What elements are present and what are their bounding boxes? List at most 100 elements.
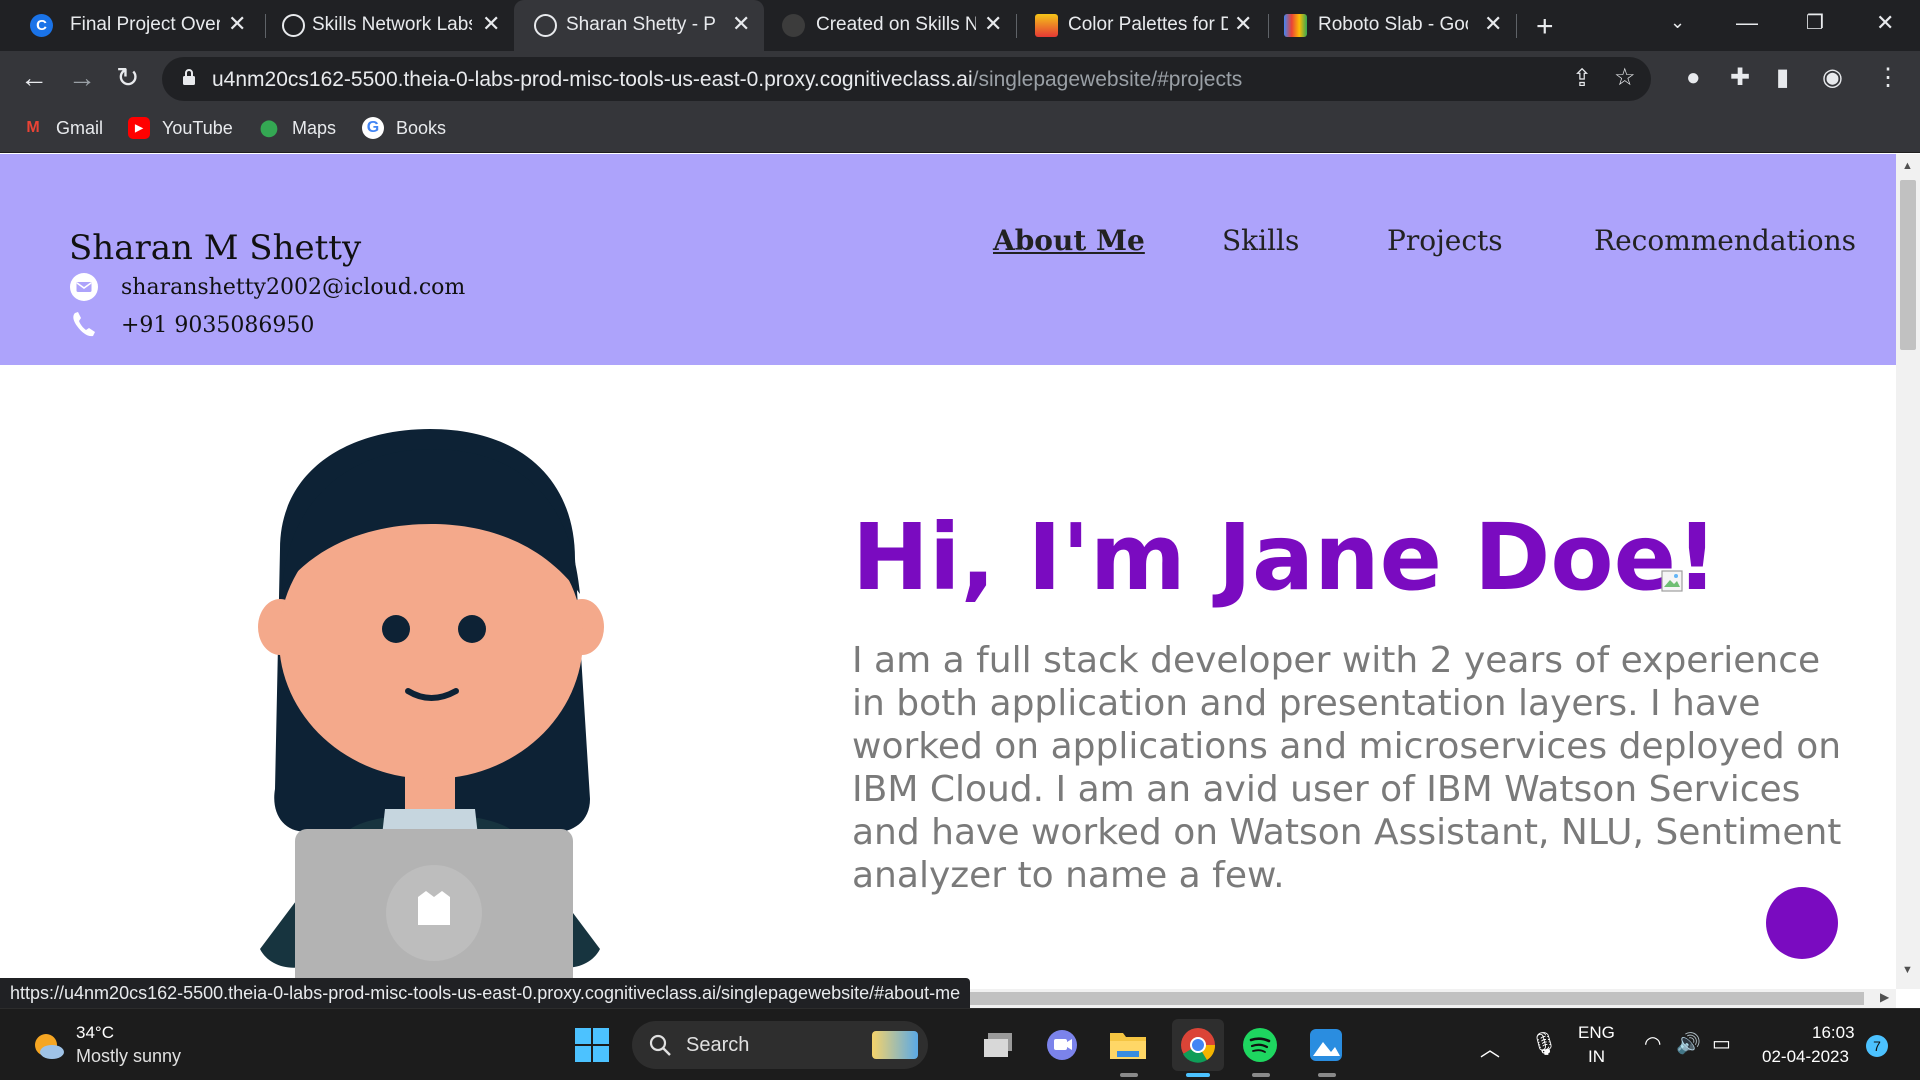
new-tab-plus-icon[interactable]: + bbox=[1536, 10, 1554, 44]
bookmark-label: Books bbox=[396, 117, 447, 138]
spotify-icon[interactable] bbox=[1238, 1023, 1282, 1067]
globe-icon bbox=[282, 14, 305, 37]
tab-separator bbox=[1016, 14, 1017, 38]
close-icon[interactable]: ✕ bbox=[228, 13, 246, 35]
tab-portfolio[interactable]: Sharan Shetty - Por ✕ bbox=[514, 0, 764, 51]
nav-projects[interactable]: Projects bbox=[1387, 224, 1503, 257]
weather-sun-icon[interactable] bbox=[28, 1025, 68, 1065]
kebab-menu-icon[interactable]: ⋮ bbox=[1876, 65, 1900, 91]
tab-separator bbox=[1516, 14, 1517, 38]
google-icon: G bbox=[362, 117, 384, 139]
site-owner-name: Sharan M Shetty bbox=[69, 228, 362, 268]
vertical-scrollbar[interactable]: ▲ ▼ bbox=[1896, 154, 1920, 989]
floating-action-button[interactable] bbox=[1766, 887, 1838, 959]
phone-icon bbox=[73, 312, 95, 337]
windows-taskbar: 34°C Mostly sunny Search ︿ 🎙 ENG IN ◠ 🔊 … bbox=[0, 1008, 1920, 1080]
tab-roboto-slab[interactable]: Roboto Slab - Goog ✕ bbox=[1270, 0, 1520, 51]
chrome-taskbar-icon[interactable] bbox=[1172, 1019, 1224, 1071]
url-host: u4nm20cs162-5500.theia-0-labs-prod-misc-… bbox=[212, 68, 973, 91]
spotify-logo-icon bbox=[1243, 1028, 1277, 1062]
clock-date[interactable]: 02-04-2023 bbox=[1762, 1047, 1849, 1067]
battery-icon[interactable]: ▭ bbox=[1712, 1031, 1731, 1056]
reload-icon[interactable]: ↻ bbox=[116, 63, 139, 93]
scroll-thumb[interactable] bbox=[1900, 180, 1916, 350]
tab-title: Sharan Shetty - Por bbox=[566, 14, 716, 35]
nav-skills[interactable]: Skills bbox=[1222, 224, 1299, 257]
side-panel-icon[interactable]: ▮ bbox=[1776, 65, 1789, 91]
star-icon[interactable]: ☆ bbox=[1614, 65, 1636, 91]
extension-mic-icon[interactable]: ● bbox=[1686, 65, 1701, 91]
browser-toolbar: ← → ↻ u4nm20cs162-5500.theia-0-labs-prod… bbox=[0, 51, 1920, 107]
taskbar-search[interactable]: Search bbox=[632, 1021, 928, 1069]
microphone-icon[interactable]: 🎙 bbox=[1530, 1031, 1558, 1057]
active-indicator bbox=[1186, 1073, 1210, 1077]
palette-icon bbox=[1035, 14, 1058, 37]
language-top[interactable]: ENG bbox=[1578, 1023, 1615, 1043]
file-explorer-icon[interactable] bbox=[1106, 1023, 1150, 1067]
forward-arrow-icon[interactable]: → bbox=[68, 63, 96, 93]
wifi-icon[interactable]: ◠ bbox=[1644, 1031, 1661, 1056]
coursera-icon: C bbox=[30, 14, 53, 37]
close-icon[interactable]: ✕ bbox=[732, 13, 750, 35]
extensions-puzzle-icon[interactable]: ✚ bbox=[1730, 65, 1750, 91]
nav-about-me[interactable]: About Me bbox=[993, 224, 1145, 257]
window-close-icon[interactable]: ✕ bbox=[1876, 10, 1894, 36]
restore-icon[interactable]: ❐ bbox=[1806, 10, 1824, 35]
nav-recommendations[interactable]: Recommendations bbox=[1594, 224, 1856, 257]
windows-logo-icon bbox=[575, 1028, 609, 1062]
search-highlight-icon bbox=[872, 1031, 918, 1059]
scroll-right-arrow-icon[interactable]: ▶ bbox=[1880, 990, 1889, 1004]
bookmark-maps[interactable]: ⬤ Maps bbox=[258, 117, 336, 139]
tab-title: Color Palettes for D bbox=[1068, 14, 1228, 35]
task-view-glyph-icon bbox=[984, 1033, 1012, 1057]
tab-skills-network[interactable]: Skills Network Labs ✕ bbox=[252, 0, 502, 51]
windows-start-icon[interactable] bbox=[570, 1023, 614, 1067]
close-icon[interactable]: ✕ bbox=[1234, 13, 1252, 35]
bookmark-youtube[interactable]: ▶ YouTube bbox=[128, 117, 233, 139]
minimize-icon[interactable]: — bbox=[1736, 10, 1758, 36]
link-status-bubble: https://u4nm20cs162-5500.theia-0-labs-pr… bbox=[0, 978, 971, 1008]
bookmarks-bar: M Gmail ▶ YouTube ⬤ Maps G Books bbox=[0, 107, 1920, 153]
tab-final-project[interactable]: C Final Project Overvi ✕ bbox=[0, 0, 250, 51]
profile-avatar-icon[interactable]: ◉ bbox=[1822, 65, 1843, 91]
bookmark-books[interactable]: G Books bbox=[362, 117, 446, 139]
url-text: u4nm20cs162-5500.theia-0-labs-prod-misc-… bbox=[212, 68, 1242, 92]
clock-time[interactable]: 16:03 bbox=[1812, 1023, 1855, 1043]
tab-search-chevron-icon[interactable]: ⌄ bbox=[1670, 12, 1685, 33]
bookmark-gmail[interactable]: M Gmail bbox=[22, 117, 103, 139]
photos-glyph-icon bbox=[1310, 1029, 1342, 1061]
tab-color-palettes[interactable]: Color Palettes for D ✕ bbox=[1018, 0, 1268, 51]
tab-github[interactable]: Created on Skills N ✕ bbox=[766, 0, 1016, 51]
email-text: sharanshetty2002@icloud.com bbox=[121, 274, 466, 300]
url-path: /singlepagewebsite/#projects bbox=[972, 68, 1243, 91]
close-icon[interactable]: ✕ bbox=[1484, 13, 1502, 35]
share-icon[interactable]: ⇪ bbox=[1572, 66, 1592, 92]
scroll-down-arrow-icon[interactable]: ▼ bbox=[1902, 964, 1913, 976]
teams-glyph-icon bbox=[1047, 1030, 1077, 1060]
back-arrow-icon[interactable]: ← bbox=[20, 63, 48, 93]
page-viewport: Sharan M Shetty sharanshetty2002@icloud.… bbox=[0, 154, 1896, 989]
task-view-icon[interactable] bbox=[976, 1023, 1020, 1067]
developer-illustration bbox=[258, 429, 604, 989]
phone-contact[interactable]: +91 9035086950 bbox=[69, 310, 314, 340]
address-bar[interactable]: u4nm20cs162-5500.theia-0-labs-prod-misc-… bbox=[162, 57, 1651, 101]
phone-text: +91 9035086950 bbox=[121, 312, 315, 338]
running-indicator bbox=[1318, 1073, 1336, 1077]
running-indicator bbox=[1252, 1073, 1270, 1077]
gmail-icon: M bbox=[26, 119, 40, 136]
photos-app-icon[interactable] bbox=[1304, 1023, 1348, 1067]
scroll-up-arrow-icon[interactable]: ▲ bbox=[1902, 160, 1913, 172]
notification-badge[interactable]: 7 bbox=[1866, 1035, 1888, 1057]
close-icon[interactable]: ✕ bbox=[984, 13, 1002, 35]
show-hidden-icons-chevron-icon[interactable]: ︿ bbox=[1480, 1033, 1500, 1062]
bookmark-label: YouTube bbox=[162, 117, 233, 138]
language-bottom[interactable]: IN bbox=[1588, 1047, 1605, 1067]
lock-icon bbox=[183, 69, 195, 85]
teams-chat-icon[interactable] bbox=[1040, 1023, 1084, 1067]
weather-description: Mostly sunny bbox=[76, 1046, 182, 1066]
email-contact[interactable]: sharanshetty2002@icloud.com bbox=[69, 272, 465, 302]
tab-separator bbox=[1268, 14, 1269, 38]
volume-icon[interactable]: 🔊 bbox=[1676, 1031, 1701, 1056]
hero-description: I am a full stack developer with 2 years… bbox=[852, 640, 1842, 896]
close-icon[interactable]: ✕ bbox=[482, 13, 500, 35]
